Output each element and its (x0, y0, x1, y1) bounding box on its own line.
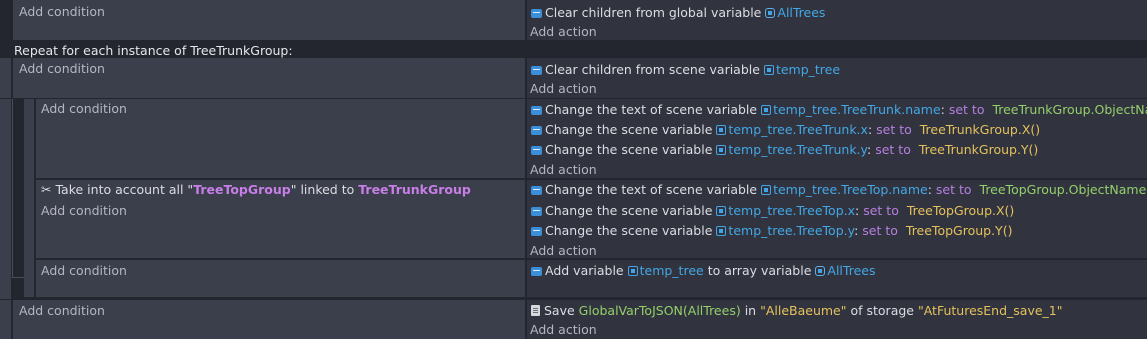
add-condition-button[interactable]: Add condition (19, 4, 105, 20)
scene-variable-icon (716, 125, 727, 135)
add-action-button[interactable]: Add action (530, 162, 597, 178)
sub-indent-bar (0, 99, 11, 299)
scene-variable-icon (763, 65, 774, 75)
scene-variable-icon (627, 266, 638, 276)
scene-variable-icon (716, 226, 727, 236)
sub-indent-bar-inner (24, 99, 34, 297)
sub1-action-1[interactable]: Change the text of scene variable temp_tr… (531, 102, 1147, 118)
scene-variable-icon (761, 105, 772, 115)
tree-line (12, 99, 13, 277)
variable-action-icon (531, 126, 542, 135)
add-condition-button[interactable]: Add condition (19, 61, 105, 77)
variable-action-icon (531, 106, 542, 115)
sub3-action[interactable]: Add variable temp_tree to array variable A… (531, 263, 875, 279)
event1-action[interactable]: Clear children from global variable AllTr… (531, 5, 825, 21)
variable-action-icon (531, 146, 542, 155)
add-action-button[interactable]: Add action (530, 243, 597, 259)
scene-variable-icon (716, 145, 727, 155)
sub1-action-3[interactable]: Change the scene variable temp_tree.TreeT… (531, 142, 1038, 158)
scene-variable-icon (716, 206, 727, 216)
scissors-icon: ✂ (41, 182, 52, 197)
add-condition-button[interactable]: Add condition (41, 101, 127, 117)
sub1-action-2[interactable]: Change the scene variable temp_tree.TreeT… (531, 122, 1040, 138)
variable-action-icon (531, 186, 542, 195)
global-variable-icon (815, 266, 826, 276)
variable-action-icon (531, 267, 542, 276)
sub2-action-1[interactable]: Change the text of scene variable temp_tr… (531, 182, 1147, 198)
repeat-header[interactable]: Repeat for each instance of TreeTrunkGro… (14, 43, 293, 59)
repeat-indent-bar (0, 58, 11, 98)
last-indent-bar (0, 300, 11, 339)
tree-line-end (12, 277, 24, 278)
add-action-button[interactable]: Add action (530, 322, 597, 338)
add-condition-button[interactable]: Add condition (41, 263, 127, 279)
global-variable-icon (765, 8, 776, 18)
variable-action-icon (531, 66, 542, 75)
sub2-action-3[interactable]: Change the scene variable temp_tree.TreeT… (531, 223, 1012, 239)
variable-action-icon (531, 227, 542, 236)
add-action-button[interactable]: Add action (530, 24, 597, 40)
link-condition[interactable]: ✂ Take into account all "TreeTopGroup" li… (41, 182, 471, 198)
add-action-button[interactable]: Add action (530, 81, 597, 97)
storage-document-icon (531, 305, 540, 316)
sub2-action-2[interactable]: Change the scene variable temp_tree.TreeT… (531, 203, 1014, 219)
repeat-action[interactable]: Clear children from scene variable temp_t… (531, 62, 840, 78)
scene-variable-icon (761, 185, 772, 195)
variable-action-icon (531, 207, 542, 216)
add-condition-button[interactable]: Add condition (19, 303, 105, 319)
add-condition-button[interactable]: Add condition (41, 203, 127, 219)
variable-action-icon (531, 9, 542, 18)
save-action[interactable]: Save GlobalVarToJSON(AllTrees) in "AlleB… (531, 303, 1063, 319)
